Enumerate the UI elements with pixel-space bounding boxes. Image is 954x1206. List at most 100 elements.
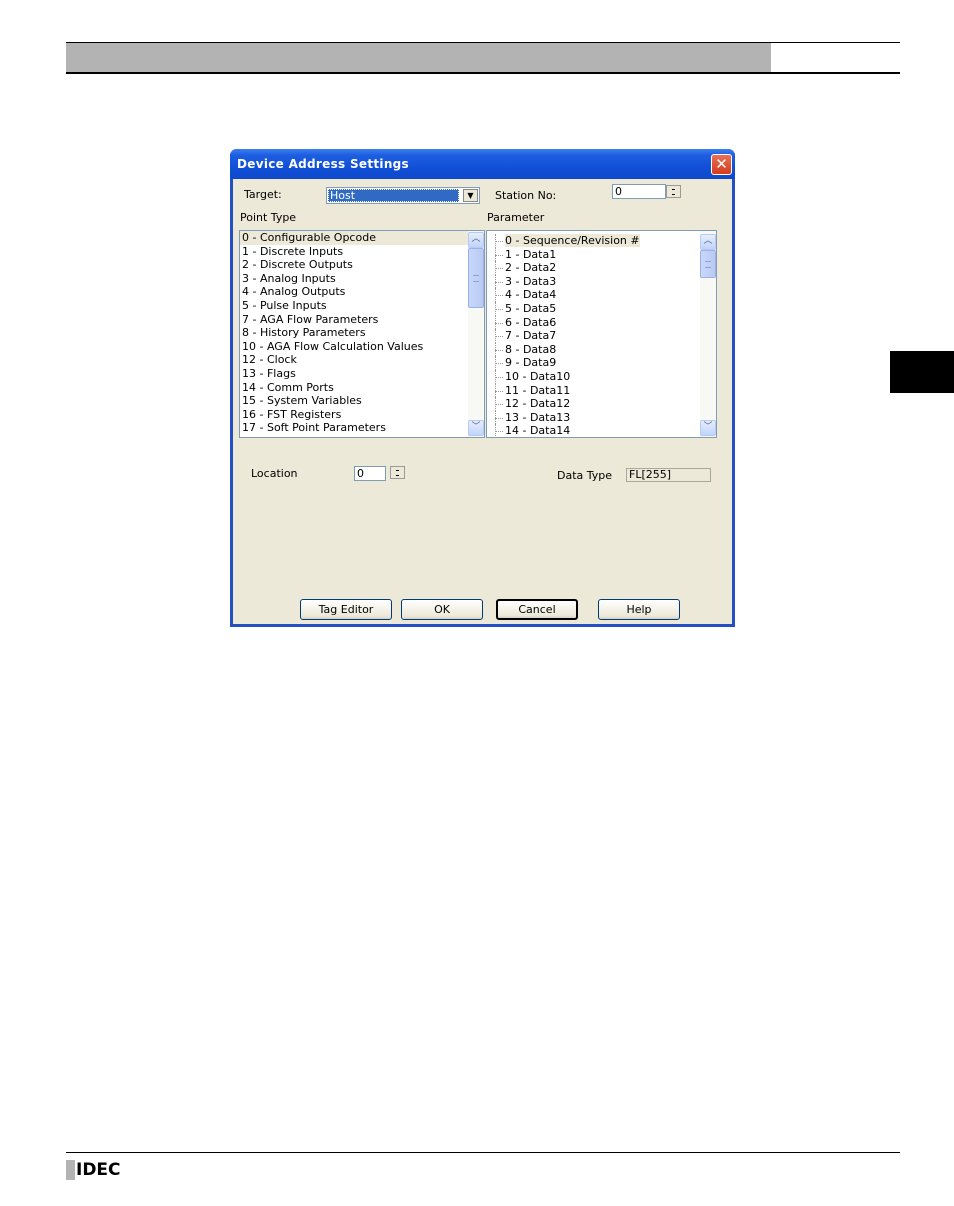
point-type-item[interactable]: 12 - Clock [240, 353, 484, 367]
parameter-label-text: 3 - Data3 [505, 274, 557, 288]
point-type-item[interactable]: 13 - Flags [240, 367, 484, 381]
point-type-item[interactable]: 1 - Discrete Inputs [240, 245, 484, 259]
tree-line [495, 431, 503, 433]
scroll-thumb[interactable] [700, 250, 716, 278]
station-no-spinner[interactable] [666, 185, 681, 198]
point-type-item[interactable]: 14 - Comm Ports [240, 381, 484, 395]
title-bar[interactable]: Device Address Settings ✕ [230, 149, 735, 179]
device-address-settings-dialog: Device Address Settings ✕ Target: Host ▼… [230, 149, 735, 627]
scroll-up-button[interactable]: ︿ [468, 232, 484, 248]
scroll-down-button[interactable]: ﹀ [468, 420, 484, 436]
chevron-up-icon: ︿ [471, 234, 481, 244]
point-type-item[interactable]: 17 - Soft Point Parameters [240, 421, 484, 435]
data-type-field: FL[255] [626, 468, 711, 482]
help-label: Help [626, 603, 652, 616]
parameter-label-text: 9 - Data9 [505, 356, 557, 370]
station-no-field[interactable]: 0 [612, 184, 666, 199]
dialog-title: Device Address Settings [237, 157, 409, 171]
parameter-item[interactable]: 5 - Data5 [487, 301, 716, 316]
parameter-item[interactable]: 7 - Data7 [487, 329, 716, 343]
grip-icon [705, 261, 711, 268]
parameter-item[interactable]: 4 - Data4 [487, 288, 716, 302]
point-type-list[interactable]: 0 - Configurable Opcode 1 - Discrete Inpu… [239, 230, 485, 438]
point-type-item[interactable]: 4 - Analog Outputs [240, 285, 484, 299]
spin-up-icon [396, 470, 399, 471]
dialog-body: Target: Host ▼ Station No: 0 Point Type … [233, 179, 732, 624]
spin-down-icon [396, 475, 399, 476]
parameter-label-text: 0 - Sequence/Revision # [505, 234, 640, 247]
point-type-item[interactable]: 0 - Configurable Opcode [240, 231, 484, 245]
spin-down-icon [672, 194, 675, 195]
parameter-label-text: 12 - Data12 [505, 397, 571, 411]
parameter-label-text: 1 - Data1 [505, 247, 557, 261]
chapter-tab [890, 351, 954, 393]
parameter-item[interactable]: 13 - Data13 [487, 410, 716, 425]
station-no-value: 0 [615, 185, 622, 198]
target-dropdown[interactable]: Host ▼ [326, 187, 480, 204]
point-type-item[interactable]: 2 - Discrete Outputs [240, 258, 484, 272]
point-type-item[interactable]: 16 - FST Registers [240, 408, 484, 422]
station-no-label: Station No: [495, 189, 557, 202]
help-button[interactable]: Help [598, 599, 680, 620]
logo-mark [66, 1160, 75, 1180]
point-type-item[interactable]: 3 - Analog Inputs [240, 272, 484, 286]
point-type-scrollbar[interactable]: ︿ ﹀ [468, 231, 484, 437]
parameter-label-text: 14 - Data14 [505, 424, 571, 438]
parameter-item[interactable]: 10 - Data10 [487, 369, 716, 384]
location-value: 0 [357, 467, 364, 480]
tree-line [495, 268, 503, 270]
point-type-label: Point Type [240, 211, 297, 224]
parameter-item[interactable]: 1 - Data1 [487, 247, 716, 262]
point-type-item[interactable]: 10 - AGA Flow Calculation Values [240, 340, 484, 354]
data-type-label: Data Type [557, 469, 613, 482]
close-button[interactable]: ✕ [711, 154, 732, 175]
tree-line [495, 322, 503, 324]
parameter-label-text: 7 - Data7 [505, 329, 557, 343]
parameter-scrollbar[interactable]: ︿ ﹀ [700, 231, 716, 437]
parameter-item[interactable]: 11 - Data11 [487, 383, 716, 398]
parameter-item[interactable]: 9 - Data9 [487, 356, 716, 370]
parameter-label-text: 6 - Data6 [505, 315, 557, 329]
parameter-item[interactable]: 12 - Data12 [487, 397, 716, 411]
target-label: Target: [244, 188, 282, 201]
tree-line [495, 376, 503, 378]
parameter-item[interactable]: 14 - Data14 [487, 424, 716, 438]
parameter-item[interactable]: 8 - Data8 [487, 342, 716, 357]
chevron-down-icon: ﹀ [471, 422, 481, 432]
cancel-button[interactable]: Cancel [496, 599, 578, 620]
ok-button[interactable]: OK [401, 599, 483, 620]
location-spinner[interactable] [390, 466, 405, 479]
parameter-tree[interactable]: 0 - Sequence/Revision #1 - Data1 2 - Data… [486, 230, 717, 438]
spin-up-icon [672, 189, 675, 190]
parameter-item[interactable]: 0 - Sequence/Revision # [487, 234, 716, 248]
parameter-item[interactable]: 2 - Data2 [487, 261, 716, 275]
grip-icon [473, 275, 479, 282]
location-field[interactable]: 0 [354, 466, 386, 481]
point-type-item[interactable]: 8 - History Parameters [240, 326, 484, 340]
chevron-down-icon[interactable]: ▼ [463, 189, 478, 202]
parameter-label-text: 10 - Data10 [505, 369, 571, 383]
point-type-item[interactable]: 5 - Pulse Inputs [240, 299, 484, 313]
tree-line [495, 390, 503, 392]
location-label: Location [251, 467, 298, 480]
tag-editor-button[interactable]: Tag Editor [300, 599, 392, 620]
parameter-item[interactable]: 3 - Data3 [487, 274, 716, 289]
parameter-label: Parameter [487, 211, 545, 224]
parameter-label-text: 5 - Data5 [505, 301, 557, 315]
point-type-item[interactable]: 7 - AGA Flow Parameters [240, 313, 484, 327]
footer-rule [66, 1152, 900, 1153]
logo-text: IDEC [76, 1160, 121, 1180]
cancel-label: Cancel [518, 603, 556, 616]
scroll-up-button[interactable]: ︿ [700, 234, 716, 250]
parameter-label-text: 4 - Data4 [505, 288, 557, 302]
tree-line [495, 241, 503, 242]
scroll-thumb[interactable] [468, 248, 484, 308]
parameter-item[interactable]: 6 - Data6 [487, 315, 716, 330]
tree-line [495, 295, 503, 297]
tree-line [495, 336, 503, 338]
scroll-down-button[interactable]: ﹀ [700, 420, 716, 436]
point-type-item[interactable]: 15 - System Variables [240, 394, 484, 408]
close-icon: ✕ [715, 155, 728, 173]
idec-logo: IDEC [66, 1160, 121, 1180]
tree-line [495, 363, 503, 365]
